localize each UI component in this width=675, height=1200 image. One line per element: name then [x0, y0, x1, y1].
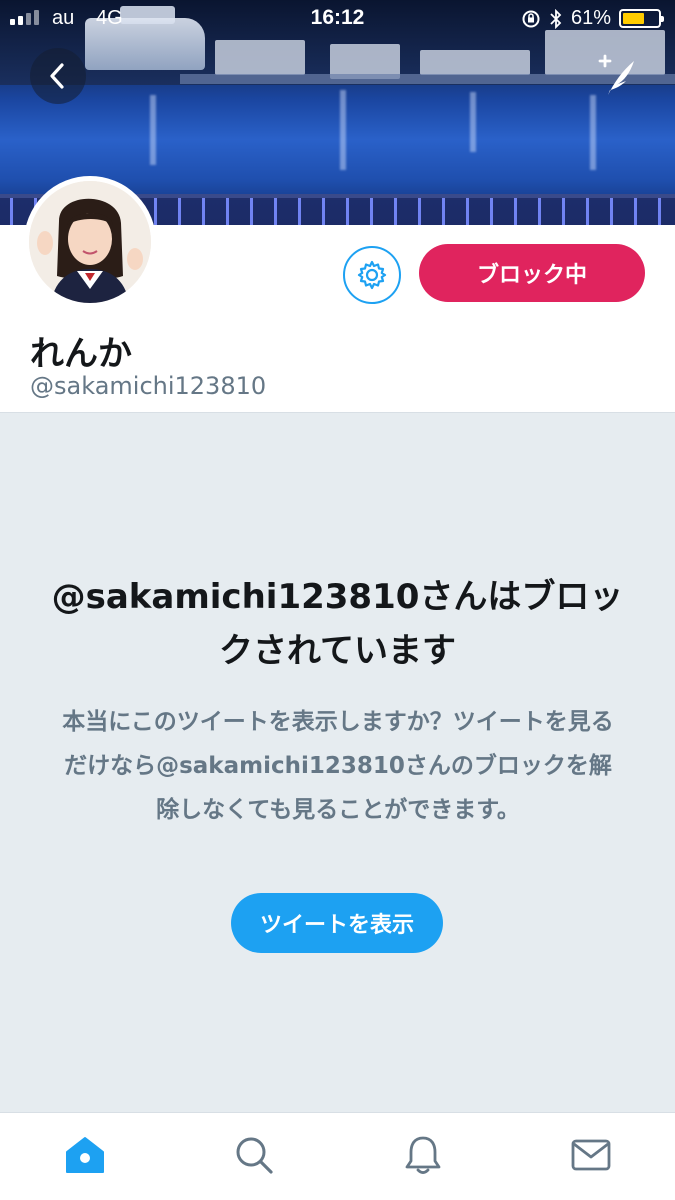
tab-home[interactable]	[63, 1133, 107, 1177]
status-bar: au 4G 16:12 61%	[0, 0, 675, 38]
battery-percent: 61%	[570, 7, 611, 29]
tab-notifications[interactable]	[401, 1133, 445, 1177]
back-button[interactable]	[30, 48, 86, 104]
avatar-image	[29, 181, 151, 303]
blocked-notice-title: @sakamichi123810さんはブロックされています	[51, 577, 624, 671]
chevron-left-icon	[50, 63, 64, 89]
banner-reflection	[470, 92, 476, 152]
banner-reflection	[590, 95, 596, 170]
bluetooth-icon	[550, 8, 562, 29]
mail-icon	[571, 1139, 611, 1171]
compose-tweet-button[interactable]	[589, 48, 645, 104]
banner-reflection	[340, 90, 346, 170]
bell-icon	[405, 1136, 441, 1174]
view-tweets-button[interactable]: ツイートを表示	[231, 893, 443, 953]
battery-fill	[623, 13, 644, 24]
display-name: れんか	[30, 334, 132, 374]
blocked-notice-description: 本当にこのツイートを表示しますか？ツイートを見るだけなら@sakamichi12…	[62, 709, 614, 823]
banner-building	[420, 50, 530, 75]
banner-reflection	[150, 95, 156, 165]
tab-search[interactable]	[232, 1133, 276, 1177]
bottom-tab-bar	[0, 1112, 675, 1200]
avatar[interactable]	[24, 176, 156, 308]
battery-icon	[619, 9, 664, 28]
tab-messages[interactable]	[569, 1133, 613, 1177]
user-handle: @sakamichi123810	[30, 372, 267, 400]
blocked-button[interactable]: ブロック中	[419, 244, 645, 302]
search-icon	[236, 1137, 273, 1174]
gear-icon	[357, 260, 387, 290]
settings-button[interactable]	[343, 246, 401, 304]
home-icon	[66, 1137, 104, 1173]
banner-building	[215, 40, 305, 75]
compose-tweet-icon	[598, 54, 634, 95]
rotation-lock-icon	[522, 10, 540, 27]
status-right-group: 61%	[521, 7, 664, 30]
